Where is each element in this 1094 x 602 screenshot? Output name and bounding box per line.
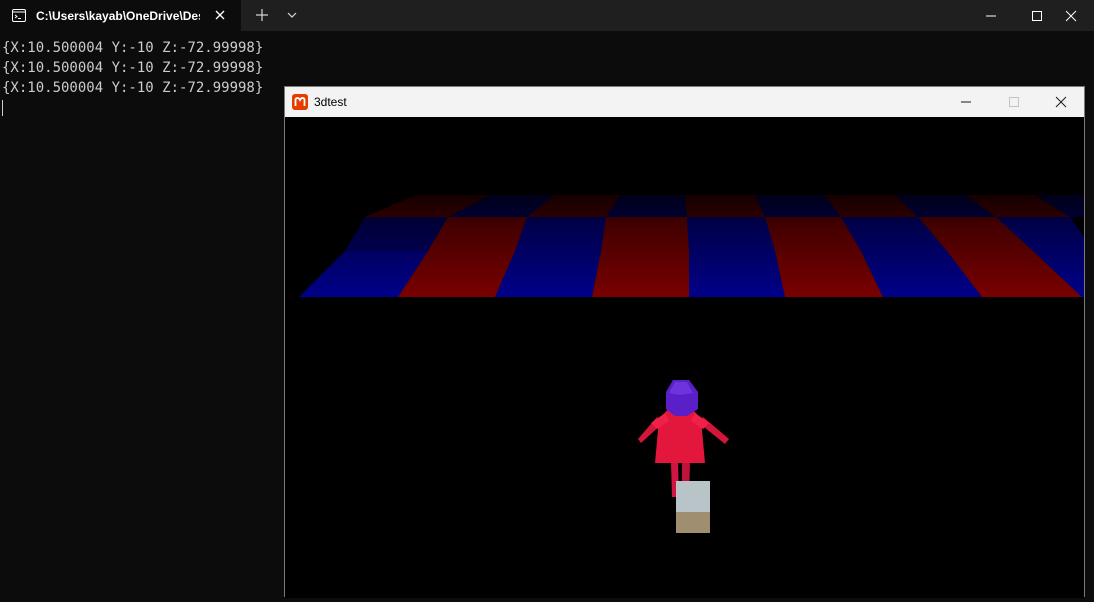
terminal-icon: [12, 9, 26, 22]
game-minimize-button[interactable]: [943, 87, 989, 117]
minimize-icon: [961, 101, 971, 103]
terminal-tab[interactable]: C:\Users\kayab\OneDrive\Des: [0, 0, 241, 31]
monogame-logo-icon: [292, 94, 308, 110]
checkered-floor: [285, 187, 1084, 298]
game-close-button[interactable]: [1038, 87, 1084, 117]
terminal-minimize-button[interactable]: [968, 0, 1014, 31]
close-icon: [1055, 96, 1067, 108]
console-line: {X:10.500004 Y:-10 Z:-72.99998}: [2, 40, 264, 56]
game-window: 3dtest: [284, 86, 1085, 598]
game-maximize-button: [991, 87, 1037, 117]
chevron-down-icon[interactable]: [285, 8, 299, 22]
character-model: [638, 380, 729, 497]
console-line: {X:10.500004 Y:-10 Z:-72.99998}: [2, 60, 264, 76]
console-output[interactable]: {X:10.500004 Y:-10 Z:-72.99998} {X:10.500…: [2, 38, 263, 118]
close-icon[interactable]: [212, 7, 228, 23]
maximize-icon: [1032, 10, 1042, 21]
window-title: 3dtest: [314, 95, 347, 109]
maximize-icon: [1009, 97, 1019, 107]
terminal-close-button[interactable]: [1048, 0, 1094, 31]
tab-title: C:\Users\kayab\OneDrive\Des: [36, 8, 200, 23]
plus-icon[interactable]: [254, 7, 270, 23]
text-cursor: [2, 98, 263, 118]
game-viewport[interactable]: [285, 117, 1084, 598]
box-model: [676, 481, 710, 533]
minimize-icon: [986, 15, 996, 16]
console-line: {X:10.500004 Y:-10 Z:-72.99998}: [2, 80, 264, 96]
scene-render: [285, 187, 1084, 533]
close-icon: [1065, 10, 1077, 21]
game-titlebar[interactable]: 3dtest: [285, 87, 1084, 117]
terminal-titlebar: C:\Users\kayab\OneDrive\Des: [0, 0, 1094, 31]
